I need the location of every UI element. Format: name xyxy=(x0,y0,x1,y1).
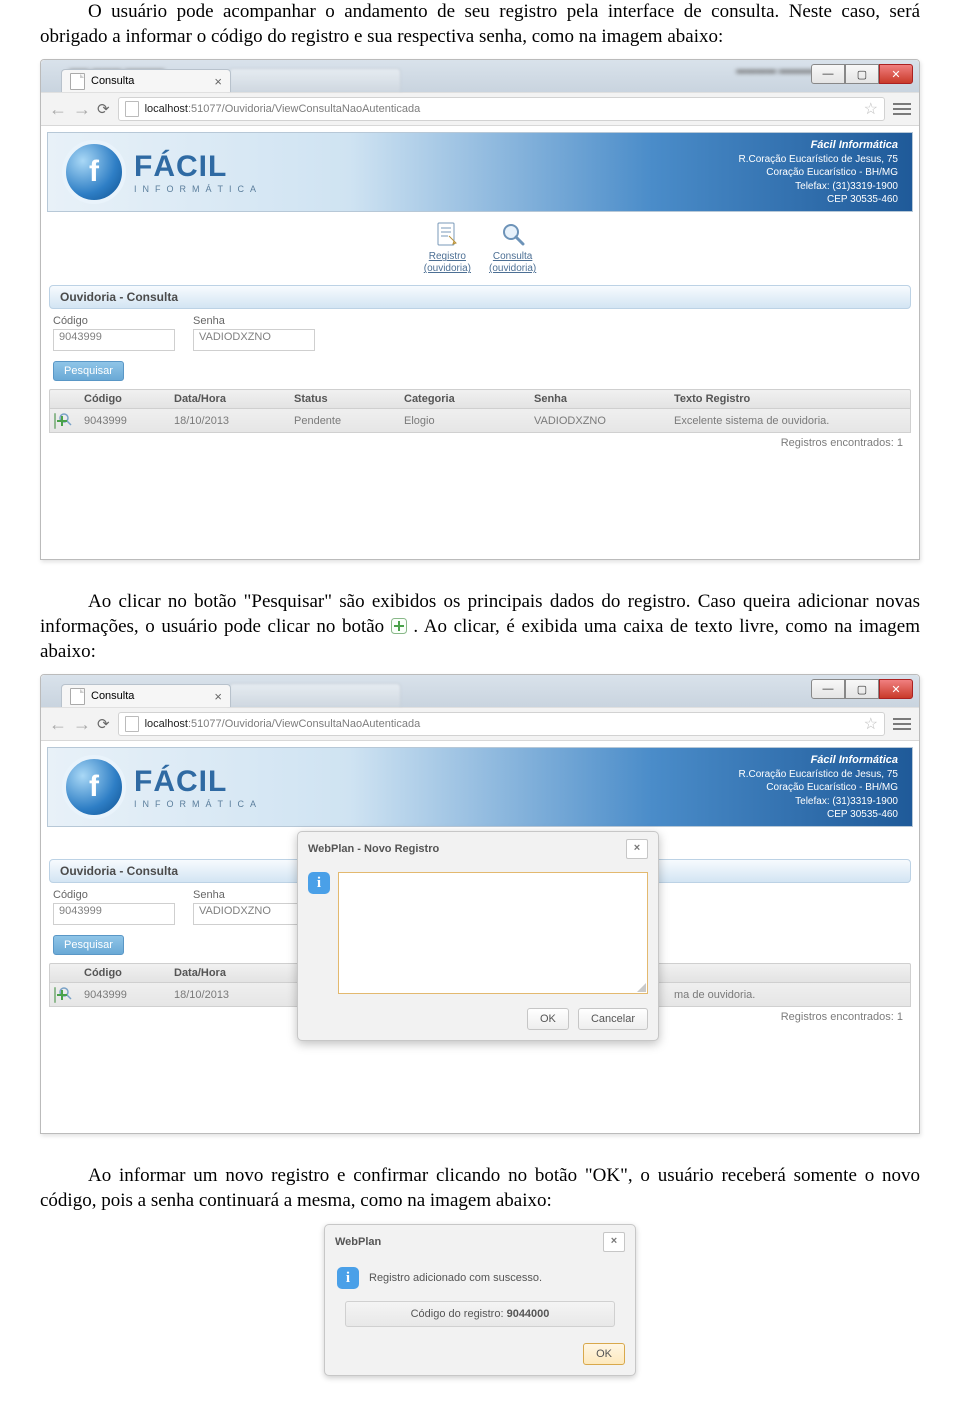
browser-tabstrip: Consulta × ― ▢ ✕ xyxy=(41,675,919,707)
page-icon xyxy=(125,716,139,732)
menu-icon[interactable] xyxy=(893,718,911,730)
document-edit-icon xyxy=(435,222,459,249)
screenshot-novo-registro: Consulta × ― ▢ ✕ ← → ⟳ localhost:51077/O… xyxy=(40,674,920,1134)
company-info: Fácil Informática R.Coração Eucarístico … xyxy=(738,138,898,207)
file-icon xyxy=(70,688,85,705)
codigo-label: Código xyxy=(53,315,175,327)
forward-icon[interactable]: → xyxy=(73,714,89,735)
file-icon xyxy=(70,73,85,90)
info-icon: i xyxy=(337,1267,359,1289)
reload-icon[interactable]: ⟳ xyxy=(97,715,110,733)
browser-toolbar: ← → ⟳ localhost:51077/Ouvidoria/ViewCons… xyxy=(41,707,919,741)
senha-input[interactable]: VADIODXZNO xyxy=(193,329,315,351)
dialog-cancel-button[interactable]: Cancelar xyxy=(578,1008,648,1030)
browser-tab-ghost xyxy=(229,683,401,707)
url-path: /Ouvidoria/ViewConsultaNaoAutenticada xyxy=(222,718,421,730)
registro-textarea[interactable] xyxy=(338,872,648,994)
resize-handle-icon[interactable] xyxy=(637,983,646,992)
address-bar[interactable]: localhost:51077/Ouvidoria/ViewConsultaNa… xyxy=(118,97,885,121)
menu-icon[interactable] xyxy=(893,103,911,115)
menu-consulta[interactable]: Consulta (ouvidoria) xyxy=(489,222,536,275)
url-host: localhost xyxy=(145,718,188,730)
col-codigo: Código xyxy=(78,393,168,405)
bookmark-star-icon[interactable]: ☆ xyxy=(864,714,878,734)
add-icon xyxy=(391,617,407,633)
add-row-icon[interactable] xyxy=(54,413,56,429)
col-codigo: Código xyxy=(78,967,168,979)
browser-tab-ghost xyxy=(229,68,401,92)
doc-paragraph-1: O usuário pode acompanhar o andamento de… xyxy=(40,0,920,49)
browser-tab[interactable]: Consulta × xyxy=(61,684,231,707)
dialog-close-button[interactable]: × xyxy=(626,839,648,859)
window-close-button[interactable]: ✕ xyxy=(879,64,913,84)
window-minimize-button[interactable]: ― xyxy=(811,64,845,84)
col-senha: Senha xyxy=(528,393,668,405)
back-icon[interactable]: ← xyxy=(49,99,65,120)
url-port: :51077 xyxy=(188,103,222,115)
app-banner: f FÁCIL INFORMÁTICA Fácil Informática R.… xyxy=(47,132,913,212)
results-grid: Código Data/Hora Status Categoria Senha … xyxy=(49,389,911,433)
menu-registro[interactable]: Registro (ouvidoria) xyxy=(424,222,471,275)
codigo-input[interactable]: 9043999 xyxy=(53,329,175,351)
col-status: Status xyxy=(288,393,398,405)
codigo-input[interactable]: 9043999 xyxy=(53,903,175,925)
dialog-ok-button[interactable]: OK xyxy=(527,1008,569,1030)
doc-paragraph-3: Ao informar um novo registro e confirmar… xyxy=(40,1164,920,1213)
window-close-button[interactable]: ✕ xyxy=(879,679,913,699)
confirm-close-button[interactable]: × xyxy=(603,1232,625,1252)
url-host: localhost xyxy=(145,103,188,115)
forward-icon[interactable]: → xyxy=(73,99,89,120)
table-row: 9043999 18/10/2013 Pendente Elogio VADIO… xyxy=(49,409,911,433)
col-data: Data/Hora xyxy=(168,393,288,405)
pesquisar-button[interactable]: Pesquisar xyxy=(53,361,124,381)
pesquisar-button[interactable]: Pesquisar xyxy=(53,935,124,955)
panel-title: Ouvidoria - Consulta xyxy=(49,285,911,309)
confirm-message: Registro adicionado com suscesso. xyxy=(369,1272,542,1284)
confirm-ok-button[interactable]: OK xyxy=(583,1343,625,1365)
company-info: Fácil Informática R.Coração Eucarístico … xyxy=(738,753,898,822)
browser-tabstrip: ▬▬ ▬▬▬ ▬▬▬▬ ▬▬▬▬ ▬▬▬▬ Consulta × ― ▢ ✕ xyxy=(41,60,919,92)
confirm-code-box: Código do registro: 9044000 xyxy=(345,1301,615,1327)
logo-icon: f xyxy=(62,755,126,819)
url-port: :51077 xyxy=(188,718,222,730)
novo-registro-dialog: WebPlan - Novo Registro × i OK Cancelar xyxy=(297,831,659,1041)
add-row-icon[interactable] xyxy=(54,987,56,1003)
col-texto: Texto Registro xyxy=(668,393,910,405)
logo-main: FÁCIL xyxy=(134,150,262,184)
screenshot-consulta: ▬▬ ▬▬▬ ▬▬▬▬ ▬▬▬▬ ▬▬▬▬ Consulta × ― ▢ ✕ ←… xyxy=(40,59,920,560)
tab-close-icon[interactable]: × xyxy=(214,690,222,703)
reload-icon[interactable]: ⟳ xyxy=(97,100,110,118)
col-categoria: Categoria xyxy=(398,393,528,405)
address-bar[interactable]: localhost:51077/Ouvidoria/ViewConsultaNa… xyxy=(118,712,885,736)
window-maximize-button[interactable]: ▢ xyxy=(845,64,879,84)
bookmark-star-icon[interactable]: ☆ xyxy=(864,99,878,119)
codigo-label: Código xyxy=(53,889,175,901)
logo-sub: INFORMÁTICA xyxy=(134,799,262,809)
page-icon xyxy=(125,101,139,117)
senha-label: Senha xyxy=(193,315,315,327)
app-banner: f FÁCIL INFORMÁTICA Fácil Informática R.… xyxy=(47,747,913,827)
url-path: /Ouvidoria/ViewConsultaNaoAutenticada xyxy=(222,103,421,115)
info-icon: i xyxy=(308,872,330,894)
confirm-dialog: WebPlan × i Registro adicionado com susc… xyxy=(324,1224,636,1376)
logo-main: FÁCIL xyxy=(134,765,262,799)
logo-sub: INFORMÁTICA xyxy=(134,184,262,194)
col-data: Data/Hora xyxy=(168,967,288,979)
tab-title: Consulta xyxy=(91,690,134,702)
window-minimize-button[interactable]: ― xyxy=(811,679,845,699)
magnifier-icon xyxy=(501,222,525,249)
result-count: Registros encontrados: 1 xyxy=(47,433,913,453)
confirm-title: WebPlan xyxy=(335,1236,381,1248)
browser-tab[interactable]: Consulta × xyxy=(61,69,231,92)
browser-toolbar: ← → ⟳ localhost:51077/Ouvidoria/ViewCons… xyxy=(41,92,919,126)
window-maximize-button[interactable]: ▢ xyxy=(845,679,879,699)
logo-icon: f xyxy=(62,140,126,204)
back-icon[interactable]: ← xyxy=(49,714,65,735)
tab-title: Consulta xyxy=(91,75,134,87)
dialog-title: WebPlan - Novo Registro xyxy=(308,843,439,855)
tab-close-icon[interactable]: × xyxy=(214,75,222,88)
doc-paragraph-2: Ao clicar no botão "Pesquisar" são exibi… xyxy=(40,590,920,664)
